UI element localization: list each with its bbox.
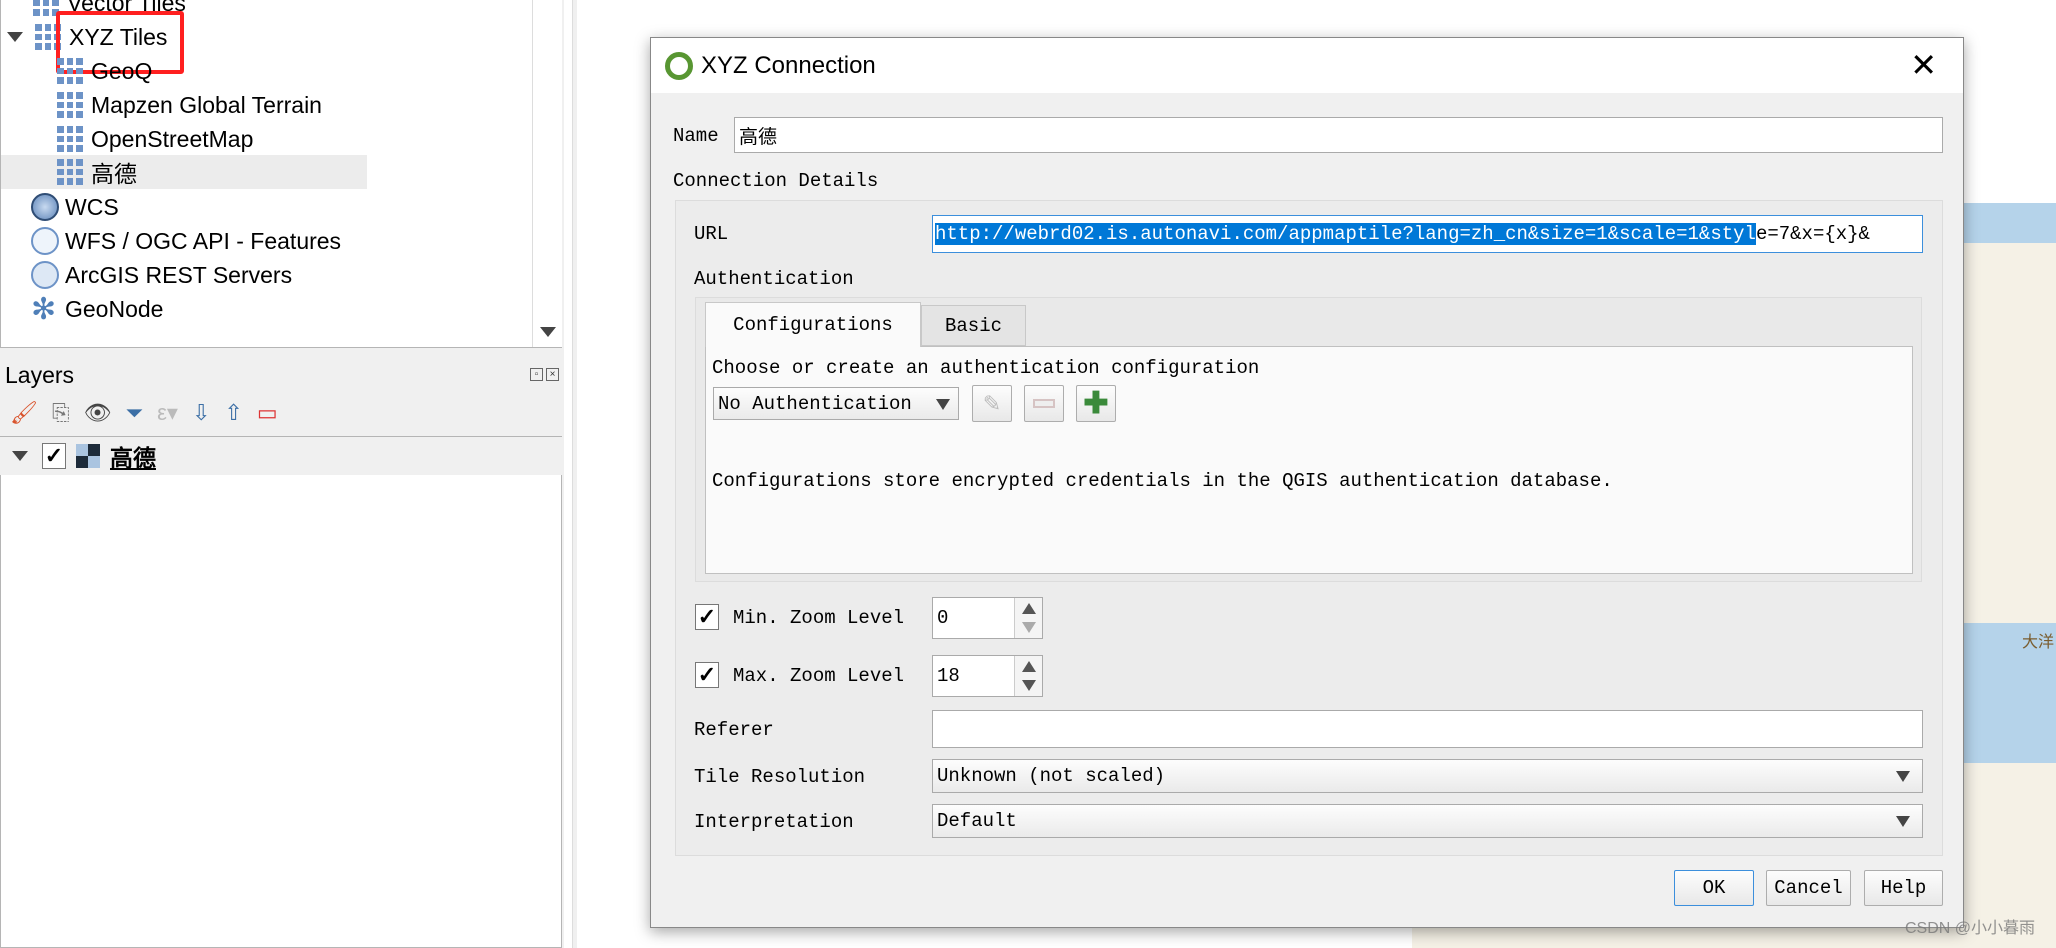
max-zoom-label: Max. Zoom Level xyxy=(733,665,905,687)
help-button[interactable]: Help xyxy=(1864,870,1943,906)
spin-value: 18 xyxy=(937,665,960,687)
tree-item-openstreetmap[interactable]: OpenStreetMap xyxy=(57,122,253,156)
layer-visibility-checkbox[interactable]: ✓ xyxy=(42,443,66,469)
tree-item-wcs[interactable]: WCS xyxy=(31,190,119,224)
configurations-pane: Choose or create an authentication confi… xyxy=(705,346,1913,574)
tree-item-wfs[interactable]: WFS / OGC API - Features xyxy=(31,224,341,258)
style-brush-icon[interactable]: 🖌 xyxy=(10,400,38,426)
interpretation-combo[interactable]: Default xyxy=(932,804,1923,838)
browser-tree: Vector Tiles XYZ Tiles GeoQ Mapzen Globa… xyxy=(0,0,562,348)
close-panel-icon[interactable]: × xyxy=(546,368,559,381)
spin-down-icon[interactable] xyxy=(1022,680,1036,691)
url-input[interactable]: http://webrd02.is.autonavi.com/appmaptil… xyxy=(932,215,1923,253)
combo-value: No Authentication xyxy=(718,392,912,415)
collapse-all-icon[interactable]: ⇧ xyxy=(224,400,242,426)
map-label: 大洋 xyxy=(2022,634,2055,651)
panel-splitter[interactable] xyxy=(572,0,577,948)
layers-toolbar: 🖌 ⎘ 👁 ⏷ ε▾ ⇩ ⇧ ▭ xyxy=(10,400,278,426)
tree-scrollbar[interactable] xyxy=(532,0,562,347)
button-label: OK xyxy=(1702,877,1726,899)
xyz-tiles-icon xyxy=(57,126,83,152)
tab-basic[interactable]: Basic xyxy=(921,305,1026,346)
chevron-down-icon xyxy=(1896,816,1910,827)
interpretation-label: Interpretation xyxy=(694,811,854,833)
authentication-label: Authentication xyxy=(694,268,854,290)
cancel-button[interactable]: Cancel xyxy=(1766,870,1851,906)
add-group-icon[interactable]: ⎘ xyxy=(52,400,70,426)
connection-details-label: Connection Details xyxy=(673,170,879,192)
spin-up-icon[interactable] xyxy=(1022,603,1036,614)
expand-arrow-icon[interactable] xyxy=(7,32,23,42)
max-zoom-spinbox[interactable]: 18 xyxy=(932,655,1043,697)
auth-config-combo[interactable]: No Authentication xyxy=(713,387,959,420)
tab-configurations[interactable]: Configurations xyxy=(705,302,921,347)
tab-label: Configurations xyxy=(733,314,893,336)
layers-panel-title: Layers xyxy=(5,362,75,388)
tree-item-geoq[interactable]: GeoQ xyxy=(57,54,152,88)
max-zoom-checkbox[interactable]: ✓ xyxy=(695,662,719,688)
layer-item-gaode[interactable]: ✓ 高德 xyxy=(0,437,562,475)
visibility-eye-icon[interactable]: 👁 xyxy=(84,400,112,426)
referer-label: Referer xyxy=(694,719,774,741)
filter-icon[interactable]: ⏷ xyxy=(125,400,143,426)
chevron-down-icon xyxy=(1896,771,1910,782)
tree-item-geonode[interactable]: ✻ GeoNode xyxy=(31,292,163,326)
raster-layer-icon xyxy=(76,444,100,468)
name-value: 高德 xyxy=(739,126,778,149)
combo-value: Unknown (not scaled) xyxy=(937,765,1166,787)
xyz-connection-dialog: XYZ Connection ✕ Name 高德 Connection Deta… xyxy=(650,37,1964,928)
float-panel-icon[interactable]: ▫ xyxy=(530,368,543,381)
arcgis-icon xyxy=(31,261,59,289)
pencil-icon: ✎ xyxy=(982,390,1002,416)
tree-item-mapzen[interactable]: Mapzen Global Terrain xyxy=(57,88,322,122)
tree-item-gaode[interactable]: 高德 xyxy=(1,155,367,189)
xyz-tiles-icon xyxy=(57,92,83,118)
remove-layer-icon[interactable]: ▭ xyxy=(257,400,278,426)
plus-icon: ✚ xyxy=(1083,387,1109,420)
choose-text: Choose or create an authentication confi… xyxy=(712,357,1260,379)
spin-up-icon[interactable] xyxy=(1022,661,1036,672)
close-icon[interactable]: ✕ xyxy=(1910,46,1937,84)
combo-value: Default xyxy=(937,810,1017,832)
geonode-icon: ✻ xyxy=(31,292,57,326)
expand-all-icon[interactable]: ⇩ xyxy=(192,400,210,426)
min-zoom-spinbox[interactable]: 0 xyxy=(932,597,1043,639)
auth-info-text: Configurations store encrypted credentia… xyxy=(712,470,1613,492)
remove-config-button[interactable] xyxy=(1024,385,1064,422)
button-label: Help xyxy=(1880,877,1927,899)
tree-item-arcgis[interactable]: ArcGIS REST Servers xyxy=(31,258,292,292)
xyz-tiles-icon xyxy=(57,58,83,84)
name-label: Name xyxy=(673,125,719,147)
dialog-title: XYZ Connection xyxy=(701,51,876,79)
url-selected-text: http://webrd02.is.autonavi.com/appmaptil… xyxy=(935,223,1756,245)
referer-input[interactable] xyxy=(932,710,1923,748)
chevron-down-icon xyxy=(936,398,950,410)
min-zoom-label: Min. Zoom Level xyxy=(733,607,905,629)
add-config-button[interactable]: ✚ xyxy=(1076,385,1116,422)
minus-icon xyxy=(1033,399,1055,408)
name-input[interactable]: 高德 xyxy=(734,117,1943,153)
expand-arrow-icon[interactable] xyxy=(12,451,28,461)
tab-label: Basic xyxy=(944,314,1002,337)
url-text: e=7&x={x}& xyxy=(1755,223,1870,245)
edit-config-button[interactable]: ✎ xyxy=(972,385,1012,422)
tile-resolution-label: Tile Resolution xyxy=(694,766,866,788)
qgis-logo-icon xyxy=(665,51,693,80)
wfs-icon xyxy=(31,227,59,255)
xyz-tiles-icon xyxy=(57,159,83,185)
min-zoom-checkbox[interactable]: ✓ xyxy=(695,604,719,630)
url-label: URL xyxy=(694,223,729,245)
scroll-down-icon[interactable] xyxy=(540,327,556,337)
spin-value: 0 xyxy=(937,607,949,629)
watermark: CSDN @小小暮雨 xyxy=(1905,920,2036,937)
spin-down-icon[interactable] xyxy=(1022,622,1036,633)
button-label: Cancel xyxy=(1774,877,1843,899)
left-panel: Vector Tiles XYZ Tiles GeoQ Mapzen Globa… xyxy=(0,0,564,948)
expression-filter-icon[interactable]: ε▾ xyxy=(157,400,178,426)
wcs-icon xyxy=(31,193,59,221)
ok-button[interactable]: OK xyxy=(1674,870,1754,906)
dialog-titlebar: XYZ Connection ✕ xyxy=(651,38,1963,93)
tile-resolution-combo[interactable]: Unknown (not scaled) xyxy=(932,759,1923,793)
layers-list xyxy=(0,436,562,948)
